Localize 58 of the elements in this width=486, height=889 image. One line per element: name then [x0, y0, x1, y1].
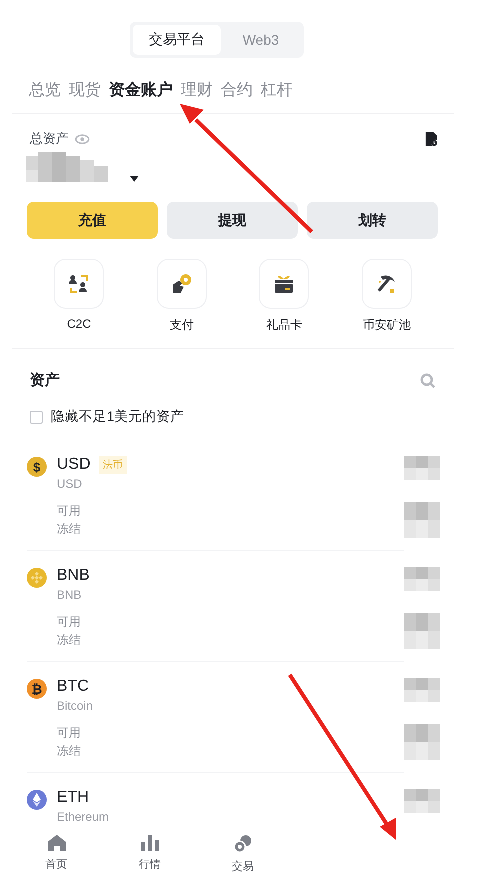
- action-button[interactable]: 提现: [167, 202, 298, 239]
- checkbox-label: 隐藏不足1美元的资产: [51, 408, 185, 426]
- action-button[interactable]: 划转: [307, 202, 438, 239]
- nav-item[interactable]: 首页: [10, 834, 104, 875]
- nav-item[interactable]: 行情: [103, 834, 196, 875]
- asset-symbol: BNB: [57, 567, 90, 585]
- account-tab[interactable]: 理财: [178, 76, 216, 107]
- platform-tab[interactable]: 交易平台: [133, 25, 221, 55]
- gift-card-icon: [273, 274, 296, 294]
- hand-coin-icon: [170, 273, 193, 295]
- shortcut-tile[interactable]: [54, 259, 104, 309]
- account-tab[interactable]: 合约: [218, 76, 256, 107]
- pickaxe-icon: [376, 273, 398, 295]
- document-clock-icon[interactable]: [425, 132, 438, 146]
- shortcut-label: 支付: [170, 317, 194, 334]
- shortcut-tile[interactable]: [362, 259, 412, 309]
- caret-icon[interactable]: [130, 176, 139, 182]
- available-label: 可用: [57, 503, 82, 520]
- asset-name: Ethereum: [57, 810, 110, 824]
- asset-tag: 法币: [98, 456, 127, 474]
- bar-chart-icon: [140, 835, 159, 851]
- account-tab[interactable]: 资金账户: [106, 76, 176, 107]
- pixelated-value: [404, 613, 440, 649]
- asset-name: Bitcoin: [57, 699, 94, 713]
- account-tab[interactable]: 杠杆: [258, 76, 296, 107]
- pixelated-value: [404, 567, 440, 591]
- account-tab[interactable]: 总览: [26, 76, 64, 107]
- coin-icon: $: [27, 457, 47, 477]
- frozen-label: 冻结: [57, 743, 82, 760]
- section-title: 资产: [30, 371, 60, 390]
- asset-symbol: USD: [57, 456, 91, 474]
- asset-symbol: BTC: [57, 678, 89, 696]
- coin-icon: ₿: [27, 679, 47, 699]
- account-tab[interactable]: 现货: [66, 76, 104, 107]
- asset-name: BNB: [57, 588, 83, 602]
- people-exchange-icon: [68, 274, 90, 294]
- frozen-label: 冻结: [57, 521, 82, 538]
- home-icon: [48, 835, 66, 851]
- asset-symbol: ETH: [57, 789, 89, 807]
- total-assets-label: 总资产: [30, 130, 69, 148]
- nav-item[interactable]: 交易: [196, 834, 290, 875]
- shortcut-label: C2C: [67, 317, 92, 331]
- shortcut-tile[interactable]: [156, 259, 207, 309]
- available-label: 可用: [57, 725, 82, 742]
- shortcut-label: 礼品卡: [266, 317, 302, 334]
- pixelated-value: [404, 724, 440, 760]
- pixelated-value: [404, 456, 440, 480]
- pixelated-value: [404, 502, 440, 538]
- action-button[interactable]: 充值: [27, 202, 158, 239]
- pixelated-value: [404, 678, 440, 702]
- shortcut-label: 币安矿池: [362, 317, 411, 334]
- checkbox[interactable]: [30, 410, 43, 424]
- asset-name: USD: [57, 477, 84, 491]
- coins-icon: [234, 835, 252, 853]
- shortcut-tile[interactable]: [259, 259, 310, 309]
- pixelated-value: [404, 789, 440, 813]
- frozen-label: 冻结: [57, 632, 82, 649]
- available-label: 可用: [57, 614, 82, 631]
